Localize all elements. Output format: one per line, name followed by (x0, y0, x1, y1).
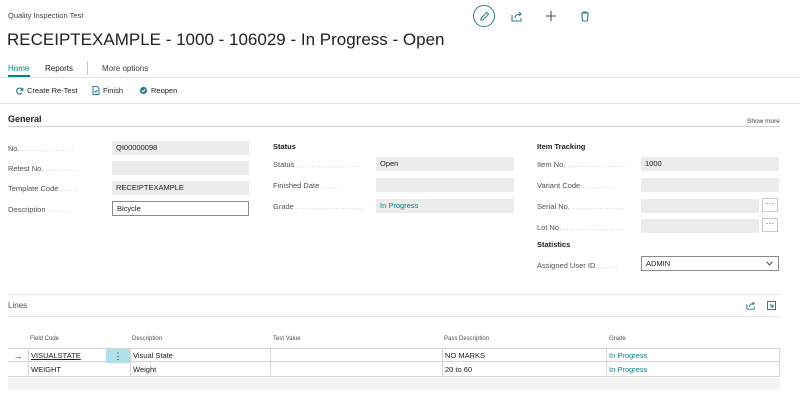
grade-cell[interactable]: In Progress (606, 363, 778, 377)
tab-reports[interactable]: Reports (45, 64, 73, 73)
delete-button[interactable] (577, 8, 593, 24)
no-label: No. ................. (8, 144, 75, 153)
expand-icon (766, 301, 776, 310)
create-retest-label: Create Re-Test (27, 86, 78, 95)
edit-pencil-icon (479, 11, 489, 21)
add-icon (546, 11, 556, 21)
description-input[interactable]: Bicycle (112, 201, 249, 216)
pass-description-cell[interactable]: NO MARKS (442, 349, 606, 363)
show-more-link[interactable]: Show more (747, 118, 780, 125)
assigned-user-label: Assigned User ID ....... (537, 261, 620, 270)
chevron-down-icon (766, 261, 773, 266)
status-field[interactable]: Open (376, 157, 514, 171)
retest-no-field[interactable] (112, 161, 249, 175)
col-test-value[interactable]: Test Value (273, 336, 301, 342)
row-actions-button[interactable]: ⋮ (106, 349, 130, 363)
finish-label: Finish (103, 86, 124, 95)
reopen-icon (139, 86, 148, 95)
variant-code-field[interactable] (641, 178, 779, 192)
share-icon (746, 301, 755, 310)
empty-row (8, 378, 780, 390)
grade-cell[interactable]: In Progress (606, 349, 778, 363)
serial-no-field[interactable] (641, 199, 759, 213)
create-retest-button[interactable]: Create Re-Test (16, 86, 77, 95)
share-icon (511, 11, 522, 22)
status-heading: Status (273, 142, 296, 151)
document-check-icon (92, 86, 100, 95)
lines-share-button[interactable] (745, 300, 757, 311)
col-grade[interactable]: Grade (609, 336, 626, 342)
finish-button[interactable]: Finish (92, 86, 123, 95)
reopen-button[interactable]: Reopen (139, 86, 177, 95)
lot-no-lookup-button[interactable]: ··· (762, 218, 778, 232)
field-code-cell[interactable]: VISUALSTATE (28, 349, 106, 363)
table-row[interactable]: WEIGHT Weight 20 to 60 In Progress (8, 363, 780, 377)
assigned-user-select[interactable]: ADMIN (641, 256, 779, 271)
pass-description-cell[interactable]: 20 to 60 (442, 363, 606, 377)
template-code-label: Template Code ...... (8, 184, 80, 193)
tab-bar-divider (0, 77, 800, 78)
lot-no-field[interactable] (641, 219, 759, 233)
item-no-label: Item No. ................... (537, 160, 627, 169)
test-value-cell[interactable] (270, 349, 442, 363)
grade-field[interactable]: In Progress (376, 199, 514, 213)
actions-divider (0, 103, 800, 104)
new-button[interactable] (543, 8, 559, 24)
general-section-title[interactable]: General (8, 114, 42, 124)
serial-no-label: Serial No. ................. (537, 202, 625, 211)
col-pass-description[interactable]: Pass Description (444, 336, 489, 342)
tab-divider (87, 61, 88, 75)
refresh-icon (16, 87, 24, 95)
status-label: Status ..................... (273, 160, 362, 169)
lines-divider (8, 316, 780, 317)
general-divider (8, 126, 780, 127)
col-field-code[interactable]: Field Code (30, 336, 59, 342)
reopen-label: Reopen (151, 86, 178, 95)
lot-no-label: Lot No. .................... (537, 223, 625, 232)
test-value-cell[interactable] (270, 363, 442, 377)
delete-icon (581, 10, 589, 22)
serial-no-lookup-button[interactable]: ··· (762, 198, 778, 212)
grade-label: Grade ...................... (273, 202, 364, 211)
row-selected-arrow-icon: → (13, 351, 23, 361)
tab-more-options[interactable]: More options (102, 64, 148, 73)
field-code-cell[interactable]: WEIGHT (28, 363, 130, 377)
description-label: Description ........ (8, 205, 73, 214)
template-code-field[interactable]: RECEIPTEXAMPLE (112, 181, 249, 195)
description-cell[interactable]: Visual State (130, 349, 270, 363)
table-row[interactable]: → VISUALSTATE ⋮ Visual State NO MARKS In… (8, 348, 780, 363)
item-no-field[interactable]: 1000 (641, 157, 779, 171)
variant-code-label: Variant Code .......... (537, 181, 614, 190)
edit-button[interactable] (473, 5, 495, 27)
description-cell[interactable]: Weight (130, 363, 270, 377)
assigned-user-value: ADMIN (646, 259, 671, 268)
page-caption: Quality Inspection Test (8, 11, 84, 20)
lines-divider-top (8, 294, 780, 295)
no-field[interactable]: QI00000098 (112, 141, 249, 155)
lines-expand-button[interactable] (765, 300, 777, 311)
lines-section-title[interactable]: Lines (8, 301, 27, 310)
finished-date-label: Finished Date ....... (273, 181, 343, 190)
retest-no-label: Retest No. .......... (8, 164, 77, 173)
share-button[interactable] (508, 8, 526, 24)
statistics-heading: Statistics (537, 240, 571, 249)
finished-date-field[interactable] (376, 178, 514, 192)
col-description[interactable]: Description (132, 336, 162, 342)
page-title: RECEIPTEXAMPLE - 1000 - 106029 - In Prog… (7, 30, 445, 49)
tab-home[interactable]: Home (8, 64, 29, 73)
item-tracking-heading: Item Tracking (537, 142, 586, 151)
